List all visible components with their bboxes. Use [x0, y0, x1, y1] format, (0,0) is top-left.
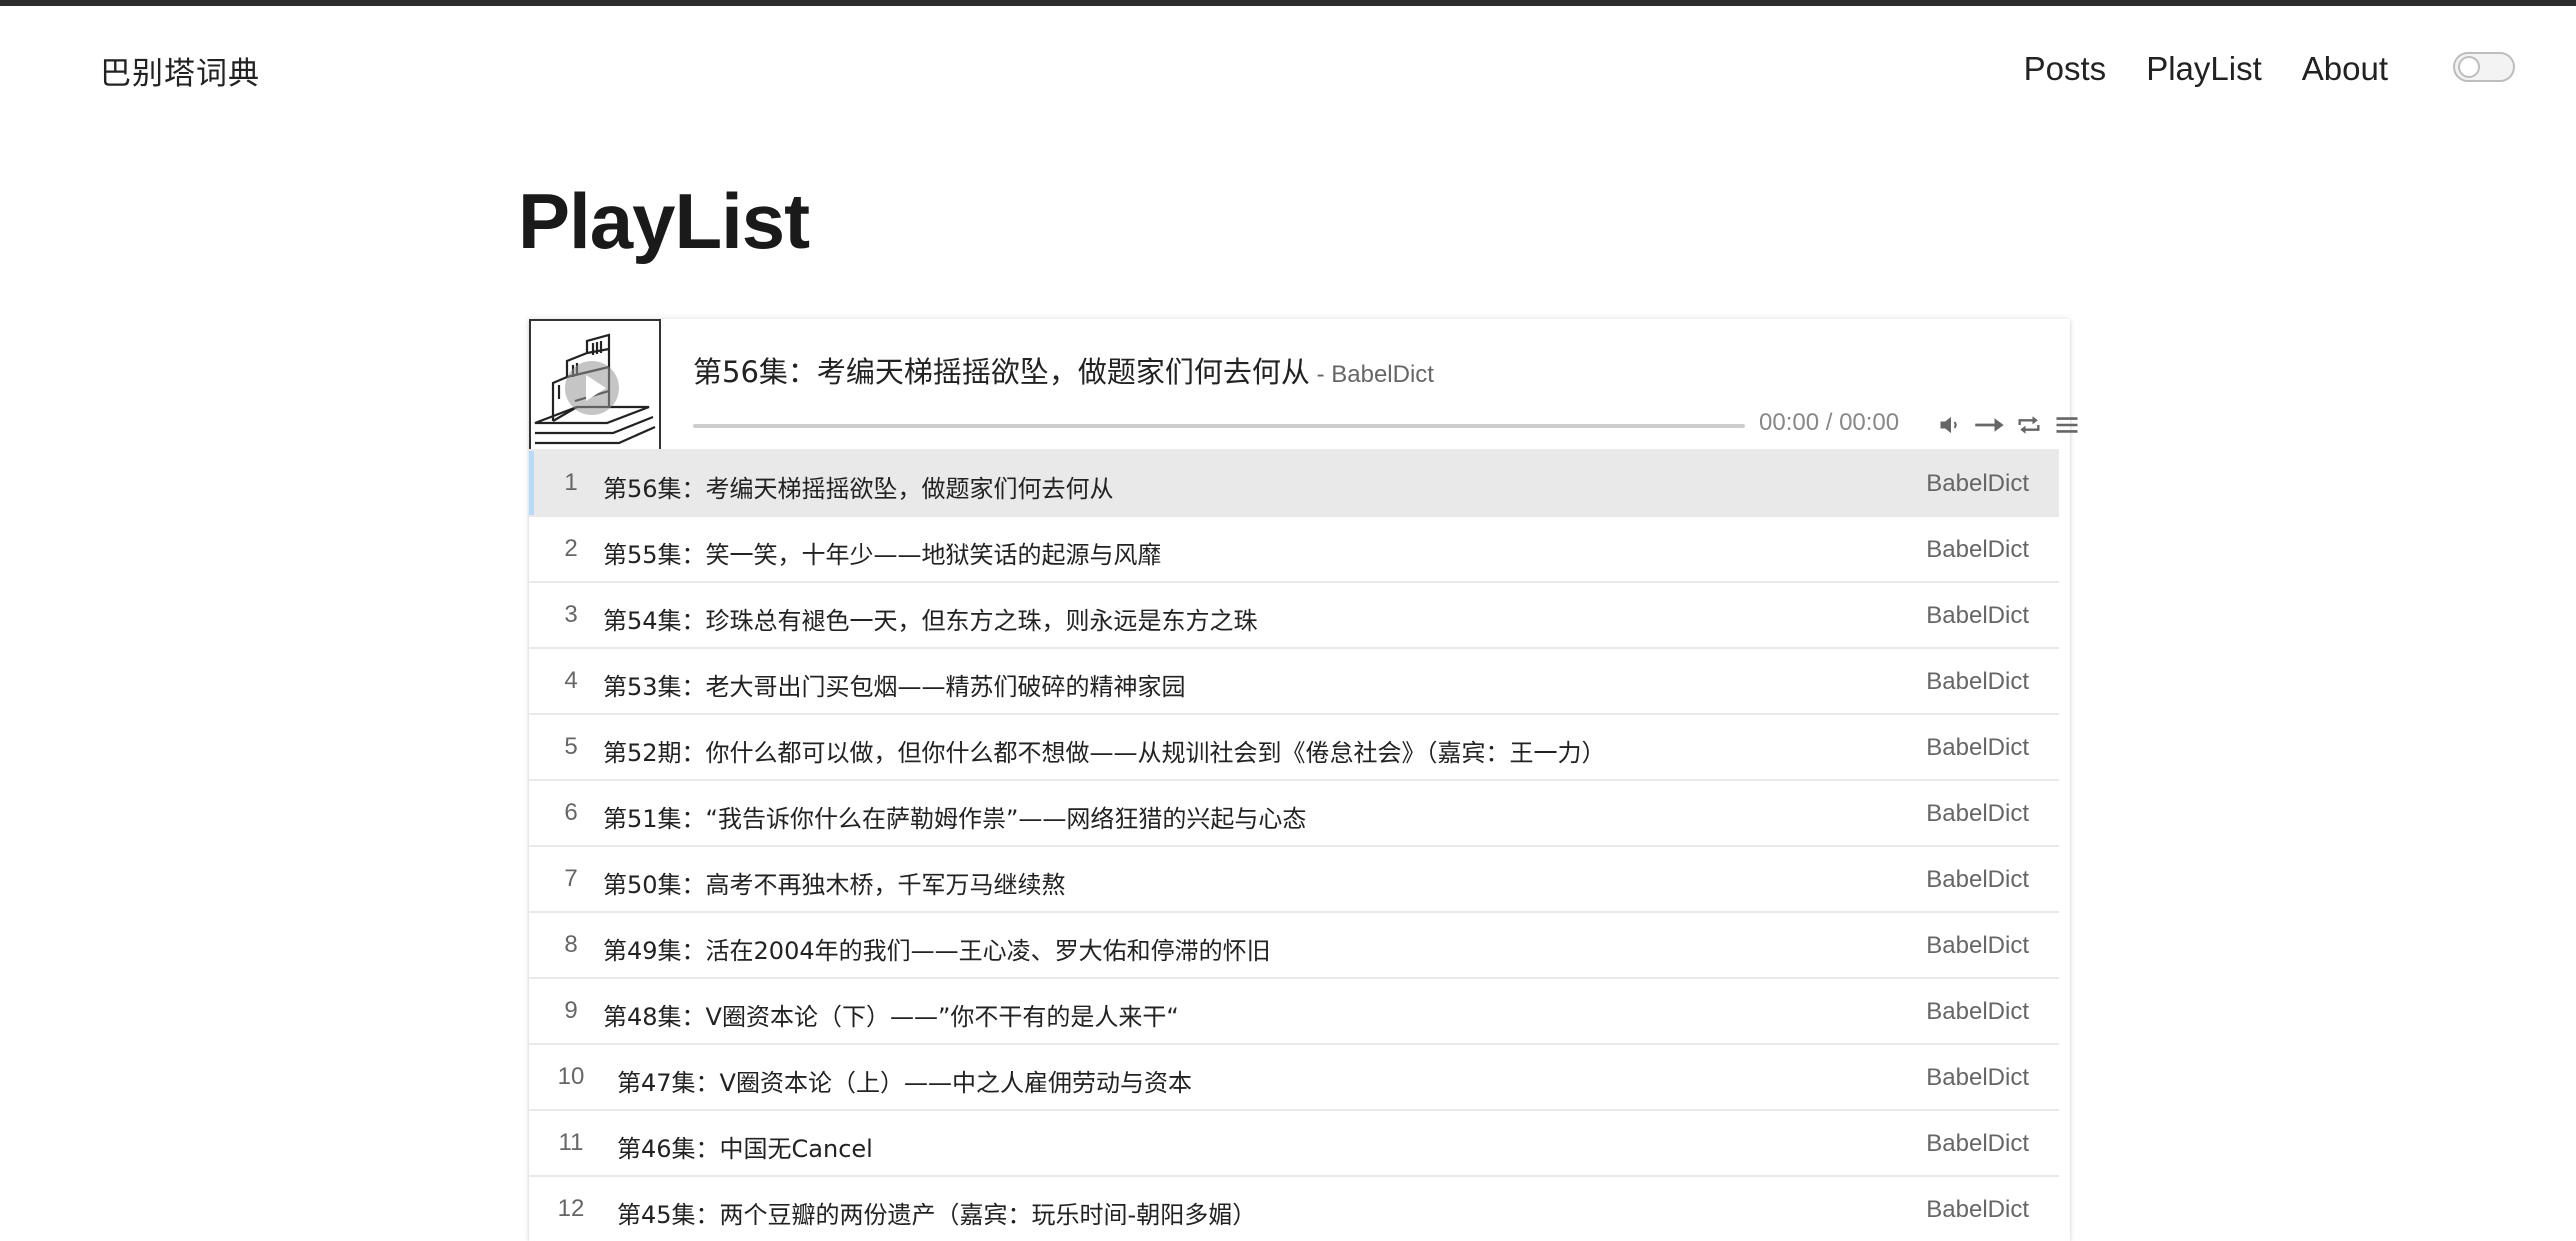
time-display: 00:00 / 00:00: [1759, 409, 1900, 436]
now-playing-title: 第56集：考编天梯摇摇欲坠，做题家们何去何从: [693, 355, 1310, 389]
playlist-index: 9: [564, 997, 578, 1024]
playlist-item[interactable]: 7 第50集：高考不再独木桥，千军万马继续熬 BabelDict: [529, 845, 2059, 911]
site-logo[interactable]: 巴别塔词典: [100, 48, 260, 93]
playlist-title: 第54集：珍珠总有褪色一天，但东方之珠，则永远是东方之珠: [603, 607, 1258, 635]
playlist-author: BabelDict: [1926, 1130, 2029, 1157]
play-button[interactable]: [565, 361, 619, 415]
playlist-index: 3: [564, 601, 578, 628]
playlist-title: 第47集：V圈资本论（上）——中之人雇佣劳动与资本: [617, 1069, 1192, 1097]
playlist-author: BabelDict: [1926, 800, 2029, 827]
playlist-title: 第51集：“我告诉你什么在萨勒姆作祟”——网络狂猎的兴起与心态: [603, 805, 1307, 833]
playlist-title: 第48集：V圈资本论（下）——”你不干有的是人来干“: [603, 1003, 1179, 1031]
playlist-item[interactable]: 3 第54集：珍珠总有褪色一天，但东方之珠，则永远是东方之珠 BabelDict: [529, 581, 2059, 647]
player-controls: 00:00 / 00:00: [693, 407, 2078, 441]
site-header: 巴别塔词典 Posts PlayList About: [0, 6, 2576, 130]
playlist-author: BabelDict: [1926, 932, 2029, 959]
playlist-index: 2: [564, 535, 578, 562]
playlist-title: 第45集：两个豆瓣的两份遗产（嘉宾：玩乐时间-朝阳多媚）: [617, 1201, 1257, 1229]
now-playing-author: - BabelDict: [1309, 361, 1434, 388]
menu-icon[interactable]: [2053, 411, 2081, 439]
now-playing: 第56集：考编天梯摇摇欲坠，做题家们何去何从 - BabelDict: [693, 349, 1434, 391]
playlist-title: 第53集：老大哥出门买包烟——精苏们破碎的精神家园: [603, 673, 1186, 701]
playlist-item[interactable]: 12 第45集：两个豆瓣的两份遗产（嘉宾：玩乐时间-朝阳多媚） BabelDict: [529, 1175, 2059, 1241]
playlist-author: BabelDict: [1926, 536, 2029, 563]
playlist-item[interactable]: 11 第46集：中国无Cancel BabelDict: [529, 1109, 2059, 1175]
playlist-title: 第49集：活在2004年的我们——王心凌、罗大佑和停滞的怀旧: [603, 937, 1271, 965]
playlist-index: 7: [564, 865, 578, 892]
playlist-index: 8: [564, 931, 578, 958]
playlist-item[interactable]: 6 第51集：“我告诉你什么在萨勒姆作祟”——网络狂猎的兴起与心态 BabelDic…: [529, 779, 2059, 845]
player-header: 第56集：考编天梯摇摇欲坠，做题家们何去何从 - BabelDict 00:00…: [529, 319, 2078, 451]
playlist-index: 11: [558, 1129, 584, 1156]
nav-playlist[interactable]: PlayList: [2146, 50, 2262, 88]
playlist-title: 第55集：笑一笑，十年少——地狱笑话的起源与风靡: [603, 541, 1162, 569]
volume-icon[interactable]: [1937, 411, 1965, 439]
playlist-item[interactable]: 8 第49集：活在2004年的我们——王心凌、罗大佑和停滞的怀旧 BabelDict: [529, 911, 2059, 977]
playlist-item[interactable]: 5 第52期：你什么都可以做，但你什么都不想做——从规训社会到《倦怠社会》（嘉宾：…: [529, 713, 2059, 779]
main-nav: Posts PlayList About: [2024, 50, 2388, 88]
playlist-author: BabelDict: [1926, 602, 2029, 629]
playlist-author: BabelDict: [1926, 866, 2029, 893]
playlist-title: 第52期：你什么都可以做，但你什么都不想做——从规训社会到《倦怠社会》（嘉宾：王…: [603, 739, 1606, 767]
playlist-index: 4: [564, 667, 578, 694]
playlist-item[interactable]: 4 第53集：老大哥出门买包烟——精苏们破碎的精神家园 BabelDict: [529, 647, 2059, 713]
album-cover: [529, 319, 661, 451]
playlist-item[interactable]: 10 第47集：V圈资本论（上）——中之人雇佣劳动与资本 BabelDict: [529, 1043, 2059, 1109]
playlist-item[interactable]: 9 第48集：V圈资本论（下）——”你不干有的是人来干“ BabelDict: [529, 977, 2059, 1043]
playlist-author: BabelDict: [1926, 1064, 2029, 1091]
playlist-author: BabelDict: [1926, 668, 2029, 695]
playlist-index: 1: [564, 469, 578, 496]
playlist-item[interactable]: 1 第56集：考编天梯摇摇欲坠，做题家们何去何从 BabelDict: [529, 449, 2059, 515]
playlist-index: 6: [564, 799, 578, 826]
audio-player: 第56集：考编天梯摇摇欲坠，做题家们何去何从 - BabelDict 00:00…: [529, 319, 2078, 1241]
playlist-title: 第46集：中国无Cancel: [617, 1135, 873, 1163]
playlist-author: BabelDict: [1926, 1196, 2029, 1223]
nav-about[interactable]: About: [2302, 50, 2388, 88]
playlist-author: BabelDict: [1926, 998, 2029, 1025]
loop-icon[interactable]: [2015, 411, 2043, 439]
progress-bar[interactable]: [693, 424, 1745, 428]
playlist-title: 第56集：考编天梯摇摇欲坠，做题家们何去何从: [603, 475, 1114, 503]
playlist-title: 第50集：高考不再独木桥，千军万马继续熬: [603, 871, 1066, 899]
nav-posts[interactable]: Posts: [2024, 50, 2107, 88]
playlist: 1 第56集：考编天梯摇摇欲坠，做题家们何去何从 BabelDict 2 第55集：笑一…: [529, 449, 2059, 1241]
playlist-index: 12: [557, 1195, 585, 1222]
playlist-index: 10: [557, 1063, 585, 1090]
page-title: PlayList: [518, 177, 810, 265]
playlist-item[interactable]: 2 第55集：笑一笑，十年少——地狱笑话的起源与风靡 BabelDict: [529, 515, 2059, 581]
playlist-author: BabelDict: [1926, 734, 2029, 761]
playlist-author: BabelDict: [1926, 470, 2029, 497]
playlist-index: 5: [564, 733, 578, 760]
theme-toggle[interactable]: [2453, 52, 2515, 82]
toggle-knob: [2458, 56, 2480, 78]
order-icon[interactable]: [1973, 411, 2007, 439]
